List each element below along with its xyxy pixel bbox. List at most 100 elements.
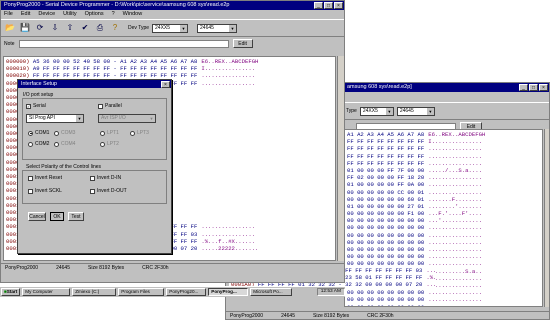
- interface-setup-dialog[interactable]: Interface Setup × I/O port setup ✓ Seria…: [17, 79, 172, 254]
- hex-row[interactable]: 00 00 00 00 00 00 00 00 ...'............: [347, 217, 540, 224]
- parallel-checkbox[interactable]: [98, 103, 103, 109]
- com3-radio[interactable]: [54, 130, 59, 136]
- invert-sckl-checkbox[interactable]: [28, 188, 33, 194]
- device-family-select[interactable]: 24XX5 ▼: [152, 23, 189, 33]
- hex-row[interactable]: 00 00 00 00 00 00 F1 00 ...F.'....F'....: [347, 210, 540, 217]
- menu-utility[interactable]: Utility: [63, 10, 76, 19]
- com2-radio[interactable]: [28, 141, 33, 147]
- device-model-select[interactable]: 24645 ▼: [396, 106, 435, 116]
- hex-row-bytes: 00 00 00 00 00 00 00 00: [347, 246, 425, 253]
- minimize-icon[interactable]: _: [519, 84, 528, 91]
- hex-row[interactable]: 00 00 00 00 00 00 60 01 .......F........: [347, 196, 540, 203]
- taskbar-item-program-files[interactable]: Program Files: [118, 288, 165, 296]
- lpt1-radio[interactable]: [100, 130, 105, 136]
- hex-row[interactable]: 01 00 00 00 00 00 27 01 ........'.......: [347, 203, 540, 210]
- invert-din-option[interactable]: Invert D-IN: [90, 175, 121, 181]
- test-button[interactable]: Test: [68, 212, 84, 221]
- edit-note-button[interactable]: Edit: [232, 39, 253, 48]
- hex-row-ascii: ................: [428, 253, 482, 261]
- menu-window[interactable]: Window: [123, 10, 143, 19]
- hex-row[interactable]: FF 02 00 00 00 FF 18 20................: [347, 174, 540, 181]
- hex-row[interactable]: 00 00 00 00 00 00 00 00................: [347, 296, 540, 303]
- verify-icon[interactable]: ✔: [79, 22, 91, 34]
- start-button[interactable]: ■Start: [1, 288, 21, 296]
- device-family-select[interactable]: 24XX5 ▼: [359, 106, 394, 116]
- hex-row[interactable]: 01 00 00 00 FF 7F 00 00 ...../...S.a....: [347, 167, 540, 174]
- print-icon[interactable]: ⎙: [94, 22, 106, 34]
- write-device-icon[interactable]: ⇧: [64, 22, 76, 34]
- serial-checkbox[interactable]: ✓: [26, 103, 31, 109]
- lpt3-radio[interactable]: [130, 130, 135, 136]
- invert-sckl-option[interactable]: Invert SCKL: [28, 188, 62, 194]
- invert-dout-option[interactable]: Invert D-OUT: [90, 188, 127, 194]
- hex-row[interactable]: 00 00 00 00 00 00 00 00................: [347, 246, 540, 253]
- com1-option[interactable]: COM1: [28, 130, 49, 136]
- com2-option[interactable]: COM2: [28, 141, 49, 147]
- minimize-icon[interactable]: _: [314, 2, 323, 9]
- com3-option[interactable]: COM3: [54, 130, 75, 136]
- hex-row[interactable]: 01 00 00 00 00 FF 0A 00................: [347, 181, 540, 188]
- hex-row[interactable]: 00 00 00 00 00 00 00 00................: [347, 304, 540, 307]
- hex-row[interactable]: 000000) A5 36 00 00 52 40 58 00 - A1 A2 …: [6, 58, 333, 65]
- close-icon[interactable]: ×: [334, 2, 343, 9]
- main-window-title-bar[interactable]: PonyProg2000 - Serial Device Programmer …: [1, 1, 344, 10]
- parallel-option[interactable]: Parallel: [98, 103, 122, 109]
- lpt3-option[interactable]: LPT3: [130, 130, 149, 136]
- com4-radio[interactable]: [54, 141, 59, 147]
- note-field[interactable]: [18, 39, 229, 48]
- hex-row[interactable]: 000010) A9 FF FF FF FF FF FF FF - FF FF …: [6, 65, 333, 72]
- save-icon[interactable]: 💾: [19, 22, 31, 34]
- hex-row[interactable]: 00 00 00 00 00 00 00 00................: [347, 232, 540, 239]
- lpt2-option[interactable]: LPT2: [100, 141, 119, 147]
- parallel-interface-select[interactable]: Avr ISP I/O ▼: [98, 114, 156, 123]
- hex-row[interactable]: FF FF FF FF FF FF FF FF................: [347, 153, 540, 160]
- menu-options[interactable]: Options: [85, 10, 104, 19]
- invert-reset-option[interactable]: Invert Reset: [28, 175, 62, 181]
- invert-din-checkbox[interactable]: [90, 175, 95, 181]
- menu-help[interactable]: ?: [112, 10, 115, 19]
- open-icon[interactable]: 📂: [4, 22, 16, 34]
- reload-icon[interactable]: ⟳: [34, 22, 46, 34]
- taskbar-item-microsoft[interactable]: Microsoft Po...: [250, 288, 293, 296]
- info-icon[interactable]: ?: [109, 22, 121, 34]
- maximize-icon[interactable]: □: [529, 84, 538, 91]
- second-window-title-bar[interactable]: amsung 608 sys\read.e2p] _ □ ×: [344, 83, 549, 92]
- taskbar-item-ponyprog-1[interactable]: PonyProg20...: [166, 288, 207, 296]
- menu-edit[interactable]: Edit: [21, 10, 30, 19]
- chevron-down-icon: ▼: [426, 107, 434, 115]
- serial-interface-select[interactable]: SI Prog API ▼: [26, 114, 84, 123]
- taskbar-item-ponyprog-2[interactable]: PonyProg...: [208, 288, 249, 296]
- invert-reset-checkbox[interactable]: [28, 175, 33, 181]
- maximize-icon[interactable]: □: [324, 2, 333, 9]
- taskbar-item-my-computer[interactable]: My Computer: [22, 288, 71, 296]
- main-vertical-scrollbar[interactable]: [337, 56, 344, 261]
- lpt2-radio[interactable]: [100, 141, 105, 147]
- ok-button[interactable]: OK: [50, 212, 64, 221]
- lpt1-option[interactable]: LPT1: [100, 130, 119, 136]
- read-device-icon[interactable]: ⇩: [49, 22, 61, 34]
- hex-row[interactable]: FF FF FF FF FF FF FF FF................: [347, 145, 540, 152]
- close-icon[interactable]: ×: [161, 81, 170, 88]
- serial-option[interactable]: ✓ Serial: [26, 103, 46, 109]
- com1-radio[interactable]: [28, 130, 33, 136]
- menu-file[interactable]: File: [4, 10, 13, 19]
- device-model-select[interactable]: 24645 ▼: [197, 23, 238, 33]
- taskbar-item-drive-c[interactable]: Zmiexo (C:): [72, 288, 117, 296]
- close-icon[interactable]: ×: [539, 84, 548, 91]
- hex-row[interactable]: FF FF FF FF FF FF FF FF I...............: [347, 138, 540, 145]
- dialog-title-bar[interactable]: Interface Setup ×: [18, 80, 171, 88]
- hex-row[interactable]: 00 00 00 00 00 00 00 00................: [347, 224, 540, 231]
- com4-option[interactable]: COM4: [54, 141, 75, 147]
- invert-dout-checkbox[interactable]: [90, 188, 95, 194]
- hex-row[interactable]: 00 00 00 00 00 00 00 00................: [347, 239, 540, 246]
- dev-type-label: Dev Type: [128, 25, 150, 31]
- device-model-value: 24645: [200, 24, 214, 31]
- hex-row[interactable]: 00 00 00 00 00 CC 00 01................: [347, 189, 540, 196]
- hex-row[interactable]: 00 00 00 00 00 00 00 00................: [347, 289, 540, 296]
- menu-device[interactable]: Device: [38, 10, 55, 19]
- hex-row-bytes: FF FF FF FF FF FF FF FF: [347, 159, 425, 167]
- cancel-button[interactable]: Cancel: [28, 212, 46, 221]
- hex-row[interactable]: 00 00 00 00 00 00 00 00................: [347, 253, 540, 260]
- second-vertical-scrollbar[interactable]: [544, 129, 549, 307]
- hex-row[interactable]: FF FF FF FF FF FF FF FF................: [347, 160, 540, 167]
